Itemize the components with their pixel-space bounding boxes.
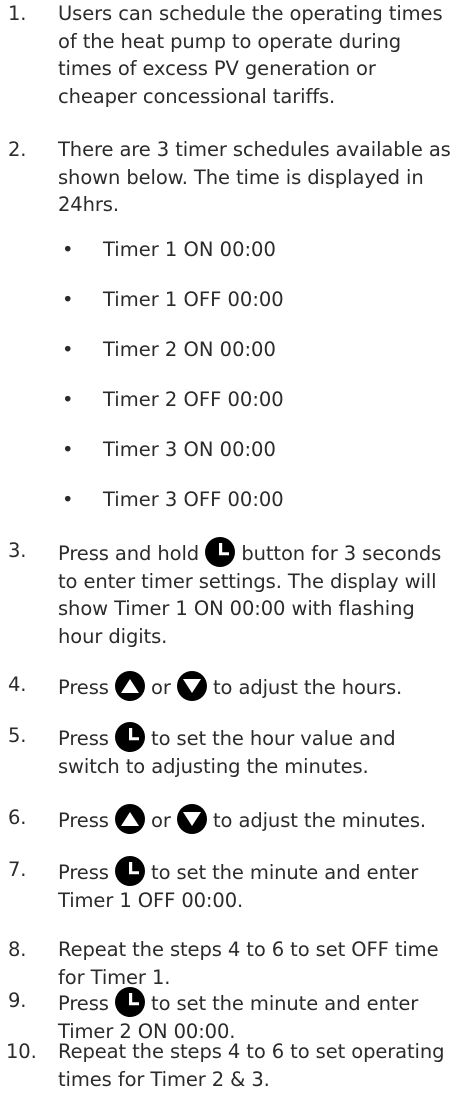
- step-text-part: Press: [58, 861, 109, 884]
- up-triangle-icon: [114, 671, 145, 701]
- down-triangle-icon: [176, 804, 207, 834]
- bullet-icon: •: [62, 388, 74, 411]
- clock-icon: [114, 987, 145, 1017]
- step-text-part: to adjust the hours.: [213, 676, 403, 699]
- step-number: 4.: [8, 673, 27, 696]
- step-text-part: Press: [58, 992, 109, 1015]
- step-text-part: to adjust the minutes.: [213, 809, 427, 832]
- step-text-part: Press: [58, 727, 109, 750]
- step-text: Press or to adjust the minutes.: [58, 804, 470, 835]
- step-number: 9.: [8, 989, 27, 1012]
- step-text: Repeat the steps 4 to 6 to set OFF time …: [58, 938, 439, 989]
- step-text: Press and hold button for 3 seconds to e…: [58, 537, 463, 650]
- step-text-part: switch to adjusting the minutes.: [58, 754, 369, 778]
- step-text: Press to set the hour value and switch t…: [58, 722, 470, 780]
- clock-icon: [205, 537, 236, 567]
- bullet-icon: •: [62, 438, 74, 461]
- step-text-part: to set the minute and enter: [151, 992, 419, 1015]
- step-text: Users can schedule the operating times o…: [58, 2, 443, 108]
- timer-text: Timer 3 ON 00:00: [103, 438, 276, 461]
- step-text-part: to set the hour value and: [151, 727, 396, 750]
- step-text-part: to set the minute and enter: [151, 861, 419, 884]
- bullet-icon: •: [62, 488, 74, 511]
- clock-icon: [114, 722, 145, 752]
- step-text-part: Press and hold: [58, 542, 200, 565]
- down-triangle-icon: [176, 671, 207, 701]
- step-text: Repeat the steps 4 to 6 to set operating…: [58, 1040, 445, 1091]
- step-text: Press to set the minute and enter Timer …: [58, 856, 470, 914]
- step-text-part: button for 3: [241, 542, 357, 565]
- timer-text: Timer 1 ON 00:00: [103, 238, 276, 261]
- step-number: 2.: [8, 138, 27, 161]
- timer-text: Timer 1 OFF 00:00: [103, 288, 284, 311]
- step-text-part: Press: [58, 676, 109, 699]
- step-number: 8.: [8, 938, 27, 961]
- step-text: Press or to adjust the hours.: [58, 671, 470, 702]
- step-number: 5.: [8, 724, 27, 747]
- up-triangle-icon: [114, 804, 145, 834]
- step-number: 1.: [8, 2, 27, 25]
- step-text-part: or: [151, 676, 171, 699]
- timer-text: Timer 2 OFF 00:00: [103, 388, 284, 411]
- timer-text: Timer 2 ON 00:00: [103, 338, 276, 361]
- clock-icon: [114, 856, 145, 886]
- step-text-part: or: [151, 809, 171, 832]
- bullet-icon: •: [62, 288, 74, 311]
- timer-text: Timer 3 OFF 00:00: [103, 488, 284, 511]
- step-number: 6.: [8, 806, 27, 829]
- step-text: Press to set the minute and enter Timer …: [58, 987, 470, 1045]
- bullet-icon: •: [62, 238, 74, 261]
- step-number: 10.: [6, 1040, 37, 1063]
- step-text-part: Timer 1 OFF 00:00.: [58, 888, 244, 912]
- bullet-icon: •: [62, 338, 74, 361]
- step-text: There are 3 timer schedules available as…: [58, 138, 451, 216]
- step-text-part: Press: [58, 809, 109, 832]
- step-number: 7.: [8, 858, 27, 881]
- step-number: 3.: [8, 539, 27, 562]
